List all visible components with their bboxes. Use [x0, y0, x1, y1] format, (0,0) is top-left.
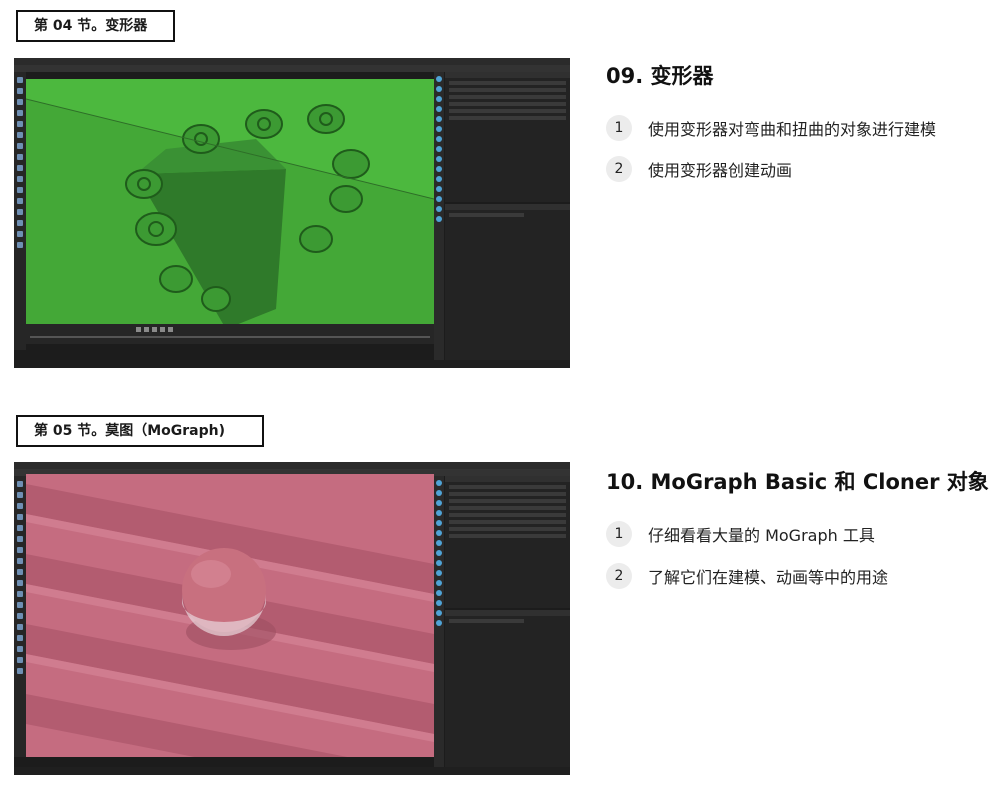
section-tag: 第 05 节。莫图（MoGraph) — [16, 415, 264, 447]
left-toolbar — [14, 476, 26, 757]
menu-bar — [14, 65, 570, 72]
3d-viewport — [26, 474, 434, 757]
item-number: 1 — [606, 115, 632, 141]
item-number: 2 — [606, 156, 632, 182]
attributes-panel — [445, 204, 570, 360]
list-item: 2 了解它们在建模、动画等中的用途 — [606, 563, 888, 589]
item-text: 使用变形器对弯曲和扭曲的对象进行建模 — [648, 120, 937, 139]
timeline-bar — [26, 324, 434, 344]
section-tag: 第 04 节。变形器 — [16, 10, 175, 42]
3d-viewport — [26, 79, 434, 341]
object-manager-panel — [445, 72, 570, 202]
status-bar — [14, 767, 570, 775]
item-text: 仔细看看大量的 MoGraph 工具 — [648, 526, 875, 545]
item-number: 1 — [606, 521, 632, 547]
item-text: 了解它们在建模、动画等中的用途 — [648, 568, 889, 587]
attributes-panel — [445, 610, 570, 767]
item-number: 2 — [606, 563, 632, 589]
window-titlebar — [14, 462, 570, 469]
object-manager-panel — [445, 476, 570, 608]
list-item: 2 使用变形器创建动画 — [606, 156, 792, 182]
window-titlebar — [14, 58, 570, 65]
right-icon-strip — [434, 476, 444, 767]
item-text: 使用变形器创建动画 — [648, 161, 793, 180]
right-icon-strip — [434, 72, 444, 360]
left-toolbar — [14, 72, 26, 350]
cinema4d-screenshot-deformers — [14, 58, 570, 368]
cinema4d-screenshot-mograph — [14, 462, 570, 775]
course-title: 09. 变形器 — [606, 64, 714, 88]
list-item: 1 使用变形器对弯曲和扭曲的对象进行建模 — [606, 115, 936, 141]
course-title: 10. MoGraph Basic 和 Cloner 对象 — [606, 470, 989, 494]
list-item: 1 仔细看看大量的 MoGraph 工具 — [606, 521, 875, 547]
status-bar — [14, 360, 570, 368]
